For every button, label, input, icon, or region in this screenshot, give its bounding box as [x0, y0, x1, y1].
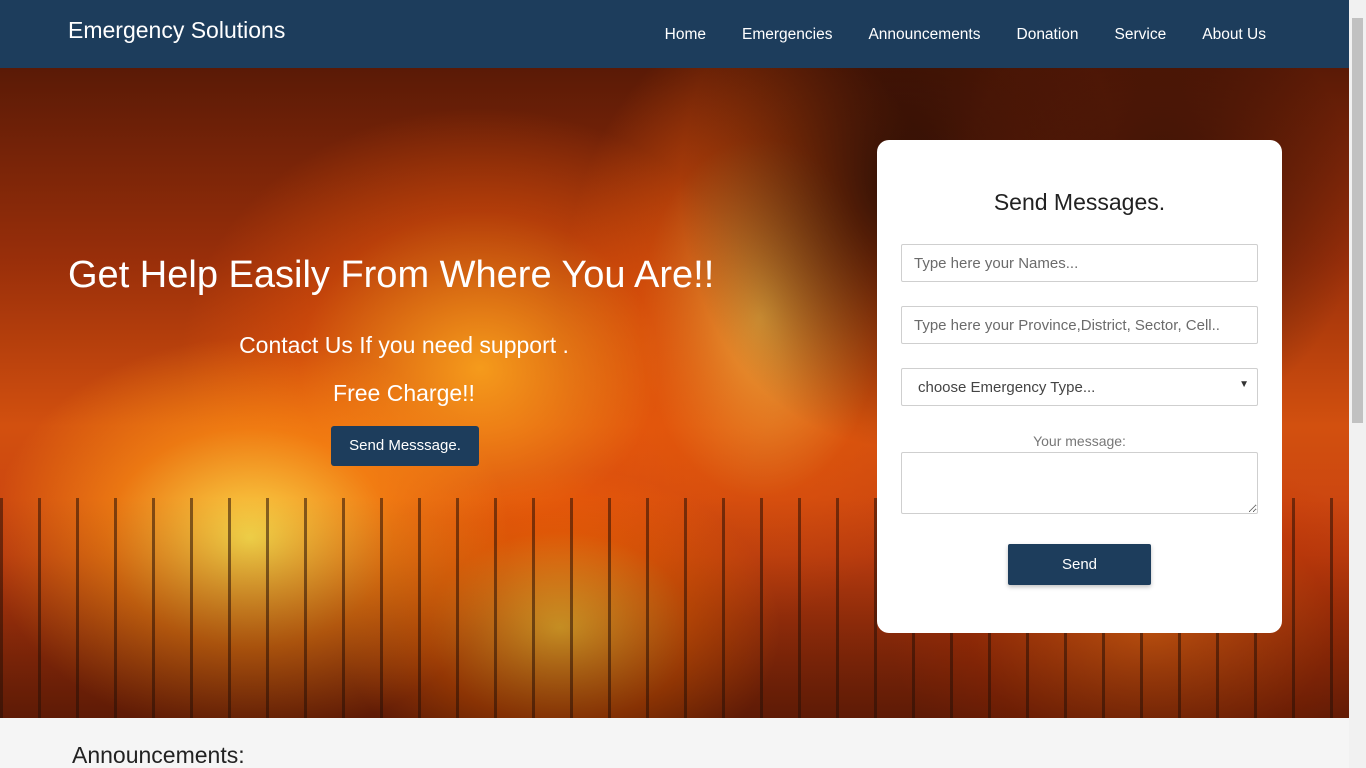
message-label: Your message:	[1033, 433, 1126, 449]
nav-about-us[interactable]: About Us	[1202, 26, 1266, 44]
hero-subtitle-free-charge: Free Charge!!	[333, 380, 475, 406]
send-message-button[interactable]: Send Messsage.	[331, 426, 479, 466]
nav-announcements[interactable]: Announcements	[868, 26, 980, 44]
nav-home[interactable]: Home	[665, 26, 706, 44]
nav-links: Home Emergencies Announcements Donation …	[629, 26, 1266, 44]
names-input[interactable]	[901, 244, 1258, 282]
brand-link[interactable]: Emergency Solutions	[68, 17, 285, 44]
page: Emergency Solutions Home Emergencies Ann…	[0, 0, 1366, 768]
send-button[interactable]: Send	[1008, 544, 1151, 585]
nav-donation[interactable]: Donation	[1017, 26, 1079, 44]
announcements-section: Announcements:	[0, 718, 1349, 768]
announcements-title: Announcements:	[72, 742, 245, 768]
nav-service[interactable]: Service	[1115, 26, 1167, 44]
send-message-form: Send Messages. choose Emergency Type... …	[877, 140, 1282, 633]
scrollbar-thumb[interactable]	[1352, 18, 1363, 423]
emergency-type-value: choose Emergency Type...	[918, 379, 1096, 396]
navbar: Emergency Solutions Home Emergencies Ann…	[0, 0, 1349, 68]
page-scrollbar[interactable]	[1349, 0, 1366, 768]
hero-section: Get Help Easily From Where You Are!! Con…	[0, 68, 1349, 718]
hero-title: Get Help Easily From Where You Are!!	[68, 254, 715, 296]
form-title: Send Messages.	[993, 189, 1166, 215]
message-textarea[interactable]	[901, 452, 1258, 514]
emergency-type-select[interactable]: choose Emergency Type... ▼	[901, 368, 1258, 406]
nav-emergencies[interactable]: Emergencies	[742, 26, 832, 44]
location-input[interactable]	[901, 306, 1258, 344]
hero-subtitle: Contact Us If you need support .	[239, 332, 569, 358]
chevron-down-icon: ▼	[1239, 379, 1249, 390]
